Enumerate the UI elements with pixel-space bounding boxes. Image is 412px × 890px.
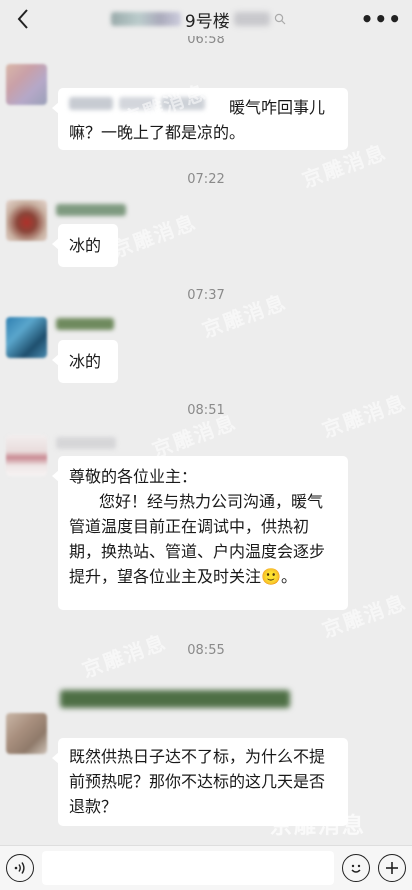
message-bubble[interactable]: 冰的 (52, 340, 118, 383)
message-text: 既然供热日子达不了标，为什么不提前预热呢？那你不达标的这几天是否退款？ (69, 747, 326, 816)
message-bubble[interactable]: 冰的 (52, 224, 118, 267)
chat-header: 9号楼 ••• (0, 0, 412, 38)
timestamp: 08:55 (187, 643, 225, 658)
message-text: 暖气咋回事儿嘛？一晚上了都是凉的。 (69, 98, 326, 142)
message-end: 。 (280, 567, 297, 586)
message-bubble[interactable]: 尊敬的各位业主： 您好！经与热力公司沟通，暖气管道温度目前正在调试中，供热初期，… (52, 456, 348, 610)
more-button[interactable]: ••• (361, 7, 402, 31)
timestamp: 07:22 (187, 172, 225, 187)
message-body-wrap: 您好！经与热力公司沟通，暖气管道温度目前正在调试中，供热初期，换热站、管道、户内… (69, 489, 337, 589)
voice-button[interactable] (6, 854, 34, 882)
message-bubble[interactable]: 既然供热日子达不了标，为什么不提前预热呢？那你不达标的这几天是否退款？ (52, 738, 348, 826)
avatar[interactable] (6, 713, 47, 754)
avatar[interactable] (6, 200, 47, 241)
chat-input-bar (0, 845, 412, 890)
blurred-title-text (110, 12, 181, 26)
message-text: 冰的 (69, 352, 102, 371)
sender-name-blurred (56, 318, 114, 330)
avatar[interactable] (6, 317, 47, 358)
add-button[interactable] (378, 854, 406, 882)
voice-icon (14, 862, 25, 874)
timestamp: 06:58 (187, 36, 225, 47)
add-icon (386, 862, 398, 874)
message-bubble[interactable]: 暖气咋回事儿嘛？一晚上了都是凉的。 (52, 88, 348, 150)
timestamp: 07:37 (187, 288, 225, 303)
emoji-button[interactable] (342, 854, 370, 882)
search-icon (274, 13, 286, 25)
chevron-left-icon (17, 9, 28, 29)
blurred-title-tail (233, 12, 270, 26)
avatar[interactable] (6, 64, 47, 105)
chat-title-suffix: 9号楼 (184, 11, 230, 32)
avatar[interactable] (6, 435, 47, 476)
emoji-icon (351, 864, 361, 873)
smile-emoji: 🙂 (261, 567, 281, 586)
sender-name-blurred (56, 204, 126, 216)
message-greeting: 尊敬的各位业主： (69, 467, 198, 486)
sender-name-blurred (56, 437, 116, 449)
sender-name-blurred (60, 690, 290, 708)
message-text: 冰的 (69, 236, 102, 255)
timestamp: 08:51 (187, 403, 225, 418)
back-button[interactable] (10, 6, 36, 32)
chat-title[interactable]: 9号楼 (110, 7, 286, 32)
message-input[interactable] (42, 851, 334, 885)
